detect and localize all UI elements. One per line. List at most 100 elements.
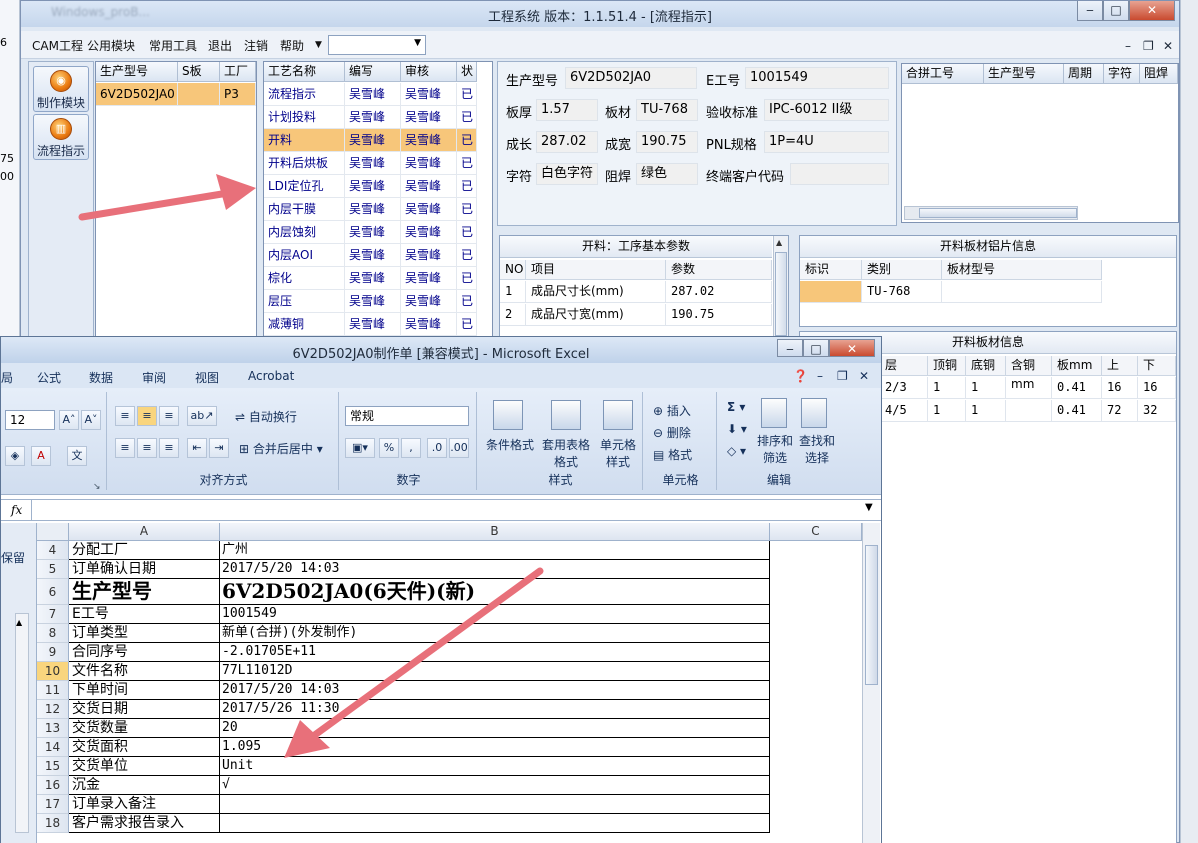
cell-b[interactable]: 1.095 <box>220 738 770 757</box>
cell-a[interactable]: 生产型号 <box>69 579 220 605</box>
currency-icon[interactable]: ▣▾ <box>345 438 375 458</box>
insert-button[interactable]: ⊕ 插入 <box>653 402 691 419</box>
row-header[interactable]: 8 <box>37 624 69 643</box>
decrease-indent-icon[interactable]: ⇤ <box>187 438 207 458</box>
product-field[interactable]: 6V2D502JA0 <box>565 67 697 89</box>
column-header[interactable]: 合拼工号 <box>902 64 984 84</box>
column-header[interactable]: 生产型号 <box>984 64 1064 84</box>
tab-review[interactable]: 审阅 <box>142 369 166 386</box>
cell-b[interactable]: 新单(合拼)(外发制作) <box>220 624 770 643</box>
align-middle-icon[interactable]: ≡ <box>137 406 157 426</box>
font-size-select[interactable]: 12 <box>5 410 55 430</box>
column-header[interactable]: 参数 <box>666 260 772 280</box>
table-cell[interactable]: 2 <box>500 304 526 326</box>
close-button[interactable]: ✕ <box>1129 1 1175 21</box>
decrease-decimal-icon[interactable]: .00 <box>449 438 469 458</box>
row-header[interactable]: 5 <box>37 560 69 579</box>
pnl-field[interactable]: 1P=4U <box>764 131 889 153</box>
table-cell[interactable] <box>1006 377 1052 399</box>
column-header-c[interactable]: C <box>770 523 862 541</box>
help-icon[interactable]: ❓ <box>793 369 808 383</box>
sort-filter-button[interactable]: 排序和筛选 <box>755 432 795 466</box>
column-header[interactable]: 状 <box>457 62 477 82</box>
align-center-icon[interactable]: ≡ <box>137 438 157 458</box>
column-header[interactable]: 周期 <box>1064 64 1104 84</box>
maximize-button[interactable]: □ <box>1103 1 1129 21</box>
format-button[interactable]: ▤ 格式 <box>653 446 692 463</box>
cell-b[interactable] <box>220 795 770 814</box>
fx-icon[interactable]: fx <box>11 503 22 517</box>
process-row[interactable]: 流程指示 吴雪峰 吴雪峰已 <box>264 83 477 106</box>
row-header[interactable]: 18 <box>37 814 69 833</box>
ribbon-minimize-button[interactable]: – <box>817 369 823 383</box>
column-header[interactable]: 顶铜 <box>928 356 966 376</box>
excel-title-bar[interactable]: 6V2D502JA0制作单 [兼容模式] - Microsoft Excel ‒… <box>1 337 881 363</box>
cell-b[interactable]: 广州 <box>220 541 770 560</box>
clear-icon[interactable]: ◇ ▾ <box>727 444 746 458</box>
column-header[interactable]: 上 <box>1102 356 1138 376</box>
cell-style-button[interactable]: 单元格样式 <box>597 436 639 470</box>
cell-b[interactable]: 2017/5/26 11:30 <box>220 700 770 719</box>
column-header[interactable]: 审核 <box>401 62 457 82</box>
column-header[interactable]: 下 <box>1138 356 1176 376</box>
conditional-format-icon[interactable] <box>493 400 523 430</box>
table-cell[interactable]: 2/3 <box>880 377 928 399</box>
scrollbar-thumb[interactable] <box>865 545 878 685</box>
grow-font-button[interactable]: A˄ <box>59 410 79 430</box>
row-header[interactable]: 17 <box>37 795 69 814</box>
cell-a[interactable]: 沉金 <box>69 776 220 795</box>
align-top-icon[interactable]: ≡ <box>115 406 135 426</box>
align-left-icon[interactable]: ≡ <box>115 438 135 458</box>
table-cell[interactable]: 成品尺寸长(mm) <box>526 281 666 303</box>
table-cell[interactable]: 190.75 <box>666 304 772 326</box>
row-header[interactable]: 12 <box>37 700 69 719</box>
standard-field[interactable]: IPC-6012 II级 <box>764 99 889 121</box>
orientation-icon[interactable]: ab↗ <box>187 406 217 426</box>
row-header[interactable]: 7 <box>37 605 69 624</box>
fill-icon[interactable]: ⬇ ▾ <box>727 422 747 436</box>
table-cell[interactable]: 16 <box>1138 377 1176 399</box>
menu-exit[interactable]: 退出 <box>208 37 232 54</box>
excel-maximize-button[interactable]: □ <box>803 339 829 357</box>
column-header[interactable]: 底铜 <box>966 356 1006 376</box>
table-row[interactable]: 6V2D502JA0 P3 <box>96 83 256 106</box>
mdi-restore-button[interactable]: ❐ <box>1143 39 1154 53</box>
cell-a[interactable]: 客户需求报告录入 <box>69 814 220 833</box>
menu-logout[interactable]: 注销 <box>244 37 268 54</box>
column-header[interactable]: 层 <box>880 356 928 376</box>
shrink-font-button[interactable]: A˅ <box>81 410 101 430</box>
binoculars-icon[interactable] <box>801 398 827 428</box>
ribbon-close-button[interactable]: ✕ <box>859 369 869 383</box>
menu-help[interactable]: 帮助 <box>280 37 304 54</box>
font-color-icon[interactable]: A <box>31 446 51 466</box>
cell-a[interactable]: 文件名称 <box>69 662 220 681</box>
cell-a[interactable]: 分配工厂 <box>69 541 220 560</box>
column-header[interactable]: 字符 <box>1104 64 1140 84</box>
ribbon-restore-button[interactable]: ❐ <box>837 369 848 383</box>
tab-formulas[interactable]: 公式 <box>37 369 61 386</box>
column-header[interactable]: NO <box>500 260 526 280</box>
process-row[interactable]: 棕化 吴雪峰 吴雪峰已 <box>264 267 477 290</box>
cell-a[interactable]: E工号 <box>69 605 220 624</box>
phonetic-icon[interactable]: 文 <box>67 446 87 466</box>
char-field[interactable]: 白色字符 <box>536 163 598 185</box>
row-header[interactable]: 15 <box>37 757 69 776</box>
e-number-field[interactable]: 1001549 <box>745 67 889 89</box>
tab-data[interactable]: 数据 <box>89 369 113 386</box>
cell-b[interactable]: 6V2D502JA0(6天件)(新) <box>220 579 770 605</box>
align-bottom-icon[interactable]: ≡ <box>159 406 179 426</box>
vertical-scrollbar[interactable] <box>862 523 880 843</box>
number-format-select[interactable]: 常规 <box>345 406 469 426</box>
length-field[interactable]: 287.02 <box>536 131 598 153</box>
row-header[interactable]: 13 <box>37 719 69 738</box>
table-cell[interactable]: 1 <box>500 281 526 303</box>
tab-layout[interactable]: 局 <box>1 369 13 386</box>
table-format-button[interactable]: 套用表格格式 <box>537 436 595 470</box>
cell-a[interactable]: 交货数量 <box>69 719 220 738</box>
sum-icon[interactable]: Σ ▾ <box>727 400 745 414</box>
column-header[interactable]: 工厂 <box>220 62 256 82</box>
merge-center-button[interactable]: ⊞ 合并后居中 ▾ <box>239 440 323 457</box>
row-header[interactable]: 16 <box>37 776 69 795</box>
table-cell[interactable]: 成品尺寸宽(mm) <box>526 304 666 326</box>
column-header[interactable]: 板mm <box>1052 356 1102 376</box>
